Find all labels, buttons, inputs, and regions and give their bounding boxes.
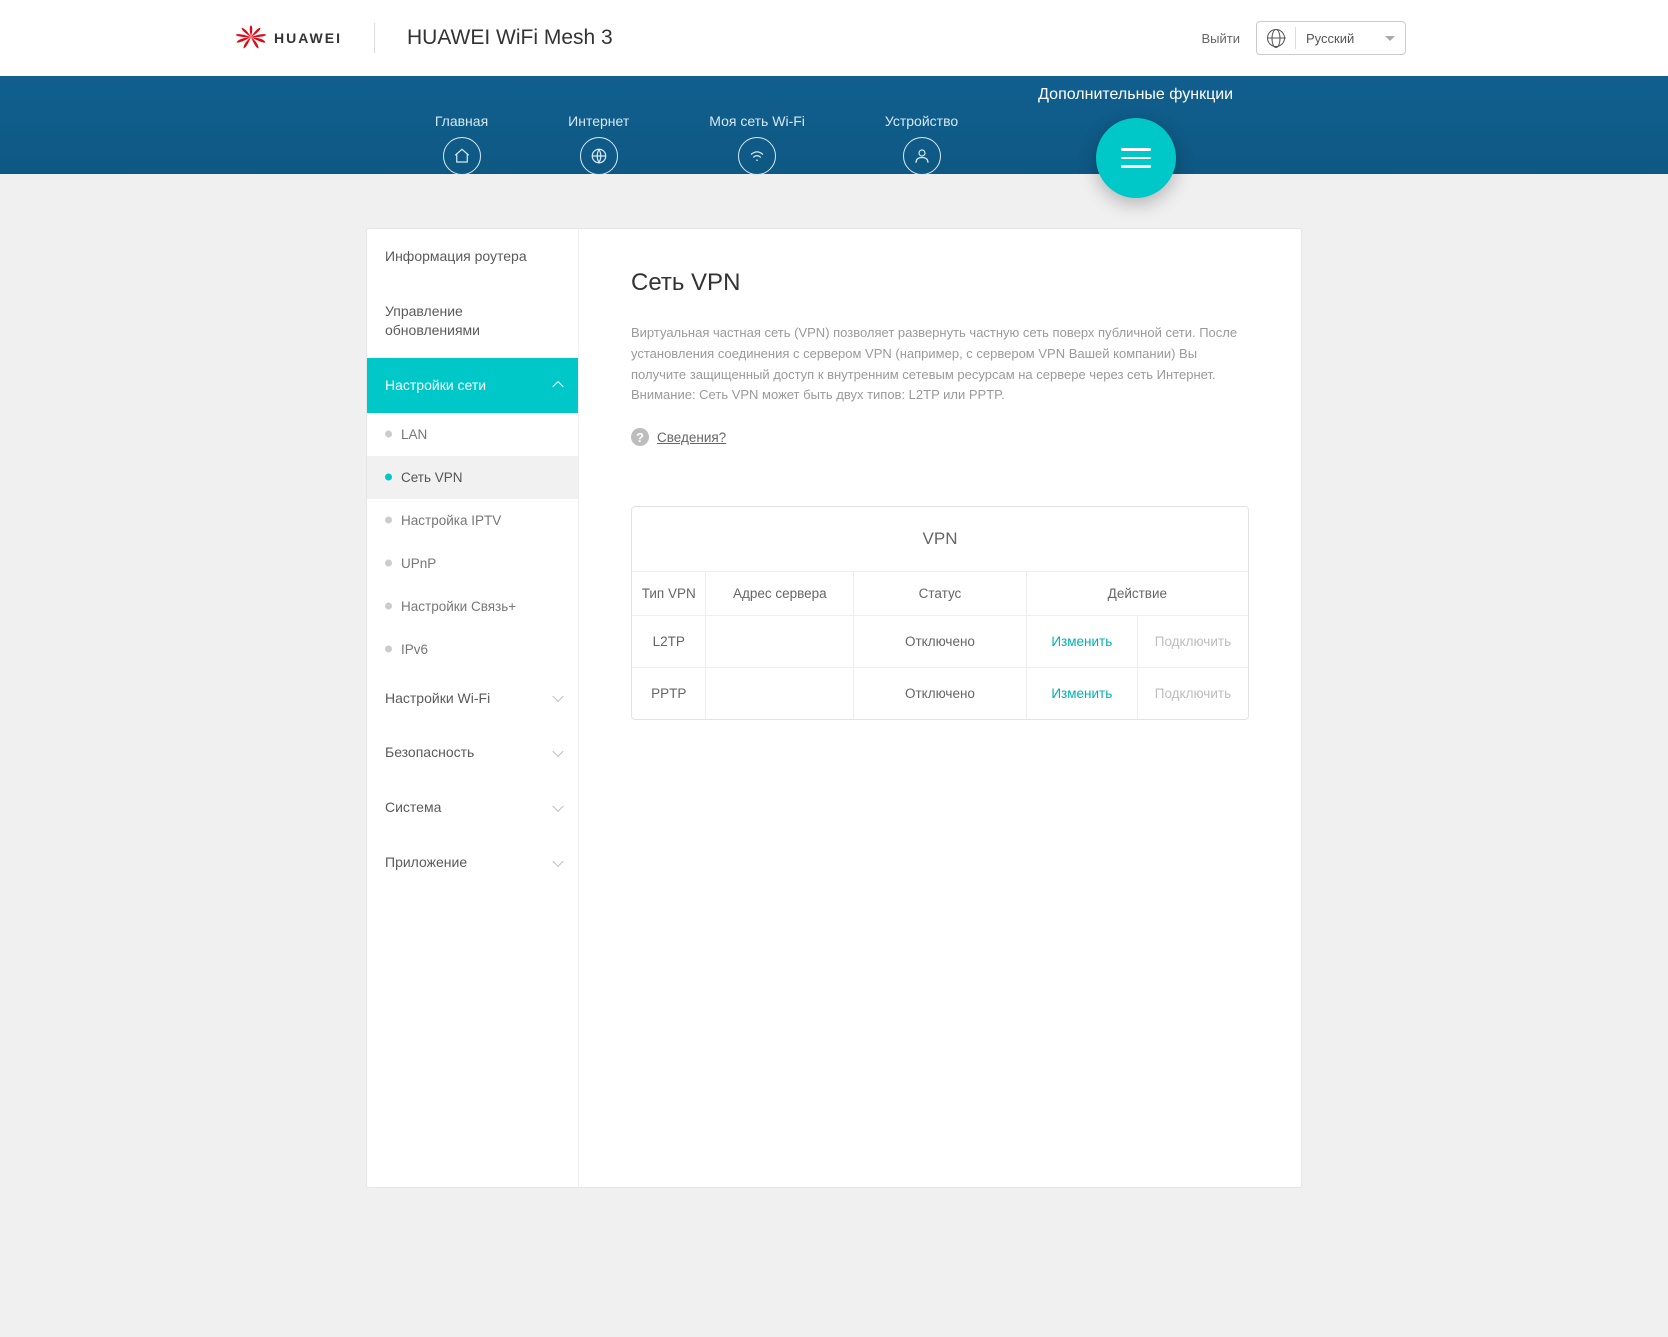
product-name: HUAWEI WiFi Mesh 3 [407, 26, 613, 50]
huawei-logo-icon [234, 25, 268, 51]
sidebar-upnp[interactable]: UPnP [367, 542, 578, 585]
question-icon: ? [631, 428, 649, 446]
sidebar-lan[interactable]: LAN [367, 413, 578, 456]
primary-nav: Главная Интернет Моя сеть Wi-Fi Устройст… [0, 76, 1668, 174]
cell-status: Отключено [854, 668, 1026, 720]
language-label: Русский [1306, 31, 1375, 46]
sidebar-network-subitems: LAN Сеть VPN Настройка IPTV UPnP Настрой… [367, 413, 578, 671]
connect-link[interactable]: Подключить [1155, 634, 1231, 649]
sidebar-iptv[interactable]: Настройка IPTV [367, 499, 578, 542]
sidebar-wifi[interactable]: Настройки Wi-Fi [367, 671, 578, 726]
nav-wifi[interactable]: Моя сеть Wi-Fi [709, 113, 805, 175]
nav-internet[interactable]: Интернет [568, 113, 629, 175]
wifi-icon [738, 137, 776, 175]
top-header: HUAWEI HUAWEI WiFi Mesh 3 Выйти Русский [0, 0, 1668, 76]
sidebar-ipv6[interactable]: IPv6 [367, 628, 578, 671]
user-icon [903, 137, 941, 175]
col-server: Адрес сервера [706, 572, 854, 616]
cell-server [706, 668, 854, 720]
cell-actions: Изменить Подключить [1026, 668, 1248, 720]
globe-icon [1267, 29, 1285, 47]
cell-server [706, 616, 854, 668]
nav-home[interactable]: Главная [435, 113, 488, 175]
sidebar-security[interactable]: Безопасность [367, 725, 578, 780]
nav-device[interactable]: Устройство [885, 113, 958, 175]
sidebar-linkplus[interactable]: Настройки Связь+ [367, 585, 578, 628]
cell-type: PPTP [632, 668, 706, 720]
cell-status: Отключено [854, 616, 1026, 668]
chevron-down-icon [1385, 36, 1395, 41]
sidebar-update-mgmt[interactable]: Управление обновлениями [367, 284, 578, 358]
page-title: Сеть VPN [631, 269, 1249, 297]
page-description: Виртуальная частная сеть (VPN) позволяет… [631, 323, 1249, 406]
brand-text: HUAWEI [274, 30, 342, 46]
help-link[interactable]: ? Сведения? [631, 428, 1249, 446]
sidebar-app[interactable]: Приложение [367, 835, 578, 890]
header-divider [374, 23, 375, 53]
col-type: Тип VPN [632, 572, 706, 616]
vpn-table-title: VPN [632, 507, 1248, 571]
sidebar-network-settings[interactable]: Настройки сети [367, 358, 578, 413]
table-row: L2TP Отключено Изменить Подключить [632, 616, 1248, 668]
hamburger-icon [1096, 118, 1176, 198]
brand-logo: HUAWEI HUAWEI WiFi Mesh 3 [234, 23, 613, 53]
language-selector[interactable]: Русский [1256, 21, 1406, 55]
table-header-row: Тип VPN Адрес сервера Статус Действие [632, 572, 1248, 616]
table-row: PPTP Отключено Изменить Подключить [632, 668, 1248, 720]
sidebar-router-info[interactable]: Информация роутера [367, 229, 578, 284]
logout-link[interactable]: Выйти [1202, 31, 1241, 46]
connect-link[interactable]: Подключить [1155, 686, 1231, 701]
cell-actions: Изменить Подключить [1026, 616, 1248, 668]
vpn-table: VPN Тип VPN Адрес сервера Статус Действи… [631, 506, 1249, 720]
help-link-text[interactable]: Сведения? [657, 430, 726, 445]
edit-link[interactable]: Изменить [1051, 686, 1112, 701]
nav-advanced[interactable]: Дополнительные функции [1038, 90, 1233, 198]
sidebar-vpn[interactable]: Сеть VPN [367, 456, 578, 499]
cell-type: L2TP [632, 616, 706, 668]
globe-nav-icon [580, 137, 618, 175]
home-icon [443, 137, 481, 175]
content-area: Сеть VPN Виртуальная частная сеть (VPN) … [579, 229, 1301, 1187]
col-action: Действие [1026, 572, 1248, 616]
edit-link[interactable]: Изменить [1051, 634, 1112, 649]
sidebar-system[interactable]: Система [367, 780, 578, 835]
col-status: Статус [854, 572, 1026, 616]
main-container: Информация роутера Управление обновления… [366, 228, 1302, 1188]
sidebar: Информация роутера Управление обновления… [367, 229, 579, 1187]
